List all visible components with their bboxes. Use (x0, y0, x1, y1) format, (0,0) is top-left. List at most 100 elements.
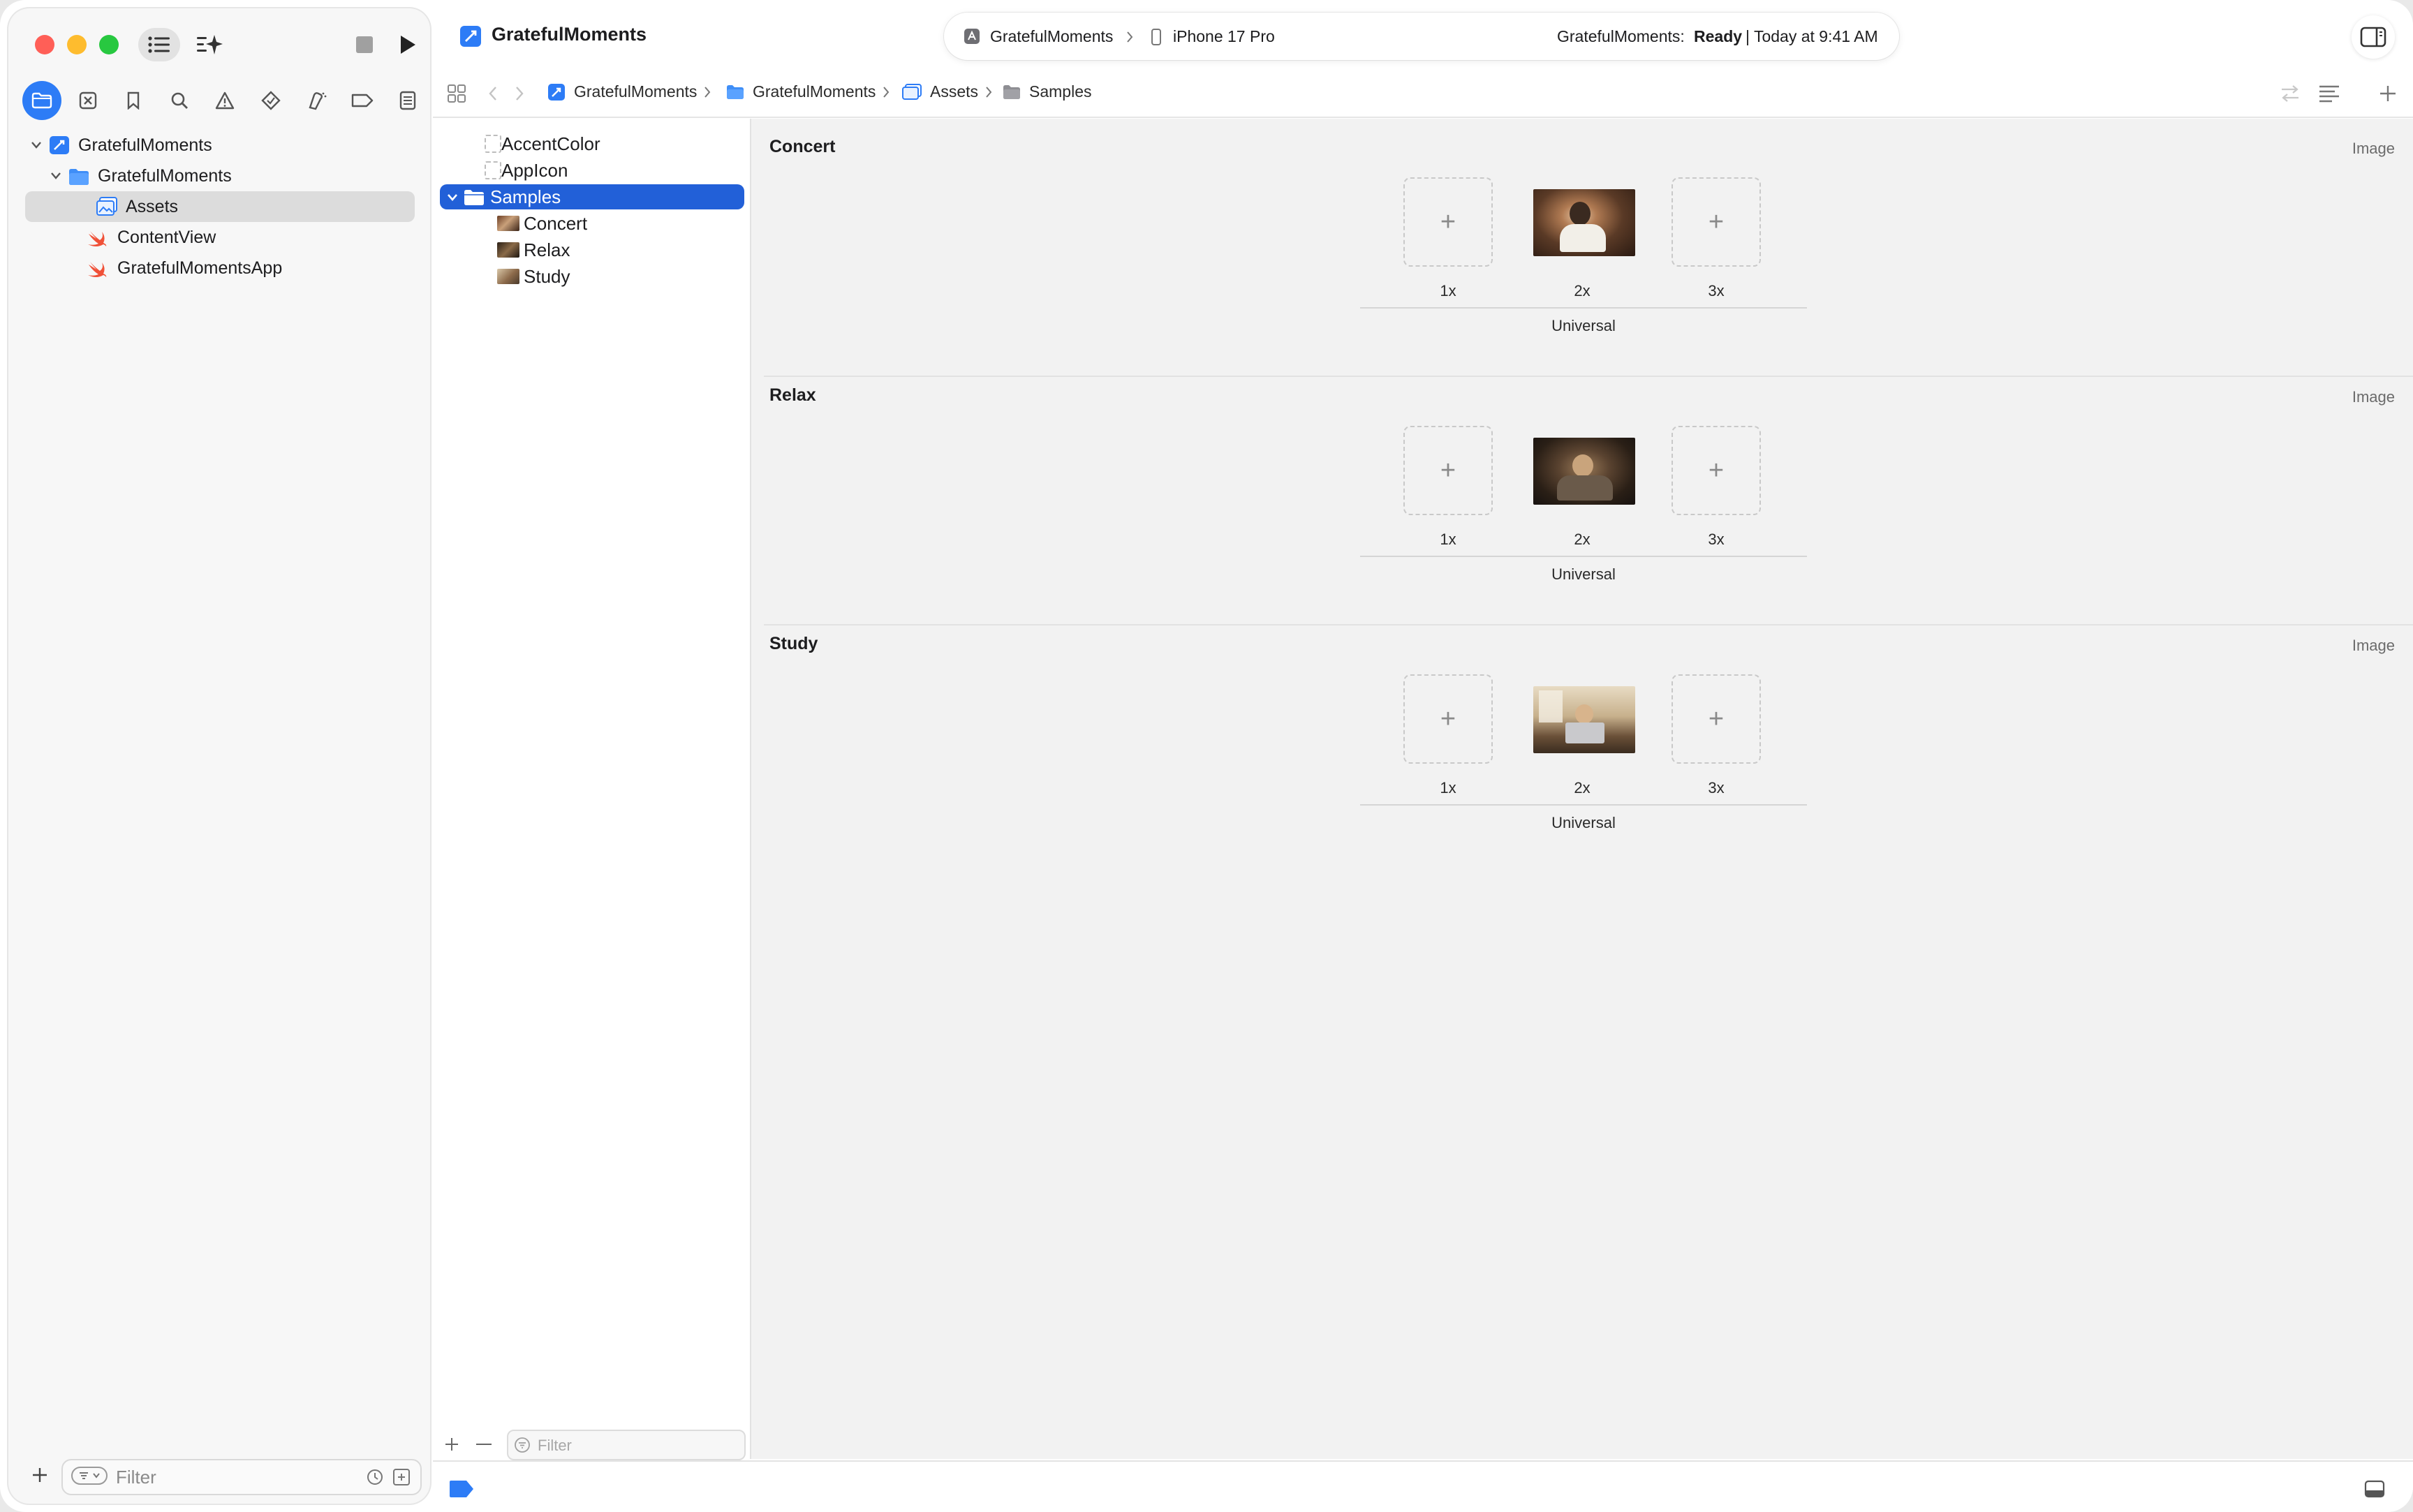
zoom-window-button[interactable] (99, 35, 119, 54)
tree-item-label: GratefulMomentsApp (117, 258, 283, 278)
jump-bar: GratefulMoments GratefulMoments Assets S… (433, 73, 2413, 113)
filter-placeholder: Filter (538, 1437, 572, 1454)
asset-editor: Concert Image + + 1x 2x 3x Universal Rel… (751, 119, 2413, 1459)
inspector-sidebar-icon (2360, 27, 2386, 47)
code-review-icon[interactable] (2279, 84, 2301, 103)
filter-options-icon[interactable] (71, 1467, 108, 1485)
search-icon (171, 92, 188, 109)
universal-divider (1360, 556, 1807, 557)
slot-3x-empty[interactable]: + (1672, 674, 1761, 764)
toggle-inspector-button[interactable] (2352, 15, 2395, 59)
asset-catalog-icon (96, 197, 117, 216)
add-icon[interactable] (31, 1466, 49, 1484)
universal-divider (1360, 804, 1807, 806)
add-image-glyph: + (1708, 455, 1725, 485)
breadcrumb-group[interactable]: GratefulMoments (726, 82, 890, 101)
toggle-debug-area-icon[interactable] (2364, 1480, 2385, 1498)
report-navigator-tab[interactable] (388, 81, 427, 120)
breakpoint-navigator-tab[interactable] (343, 81, 382, 120)
remove-icon[interactable] (475, 1437, 493, 1452)
chevron-right-icon (1127, 31, 1133, 43)
image-thumbnail[interactable] (1533, 686, 1635, 753)
image-set-relax: Relax Image + + 1x 2x 3x Universal (751, 376, 2413, 624)
breakpoint-toggle-icon[interactable] (448, 1480, 475, 1498)
related-items-grid-icon[interactable] (447, 84, 466, 103)
slot-3x-empty[interactable]: + (1672, 177, 1761, 267)
asset-item-relax[interactable]: Relax (440, 237, 744, 262)
test-diamond-icon (260, 91, 281, 110)
add-editor-icon[interactable] (2378, 84, 2398, 103)
source-control-filter-icon[interactable] (392, 1468, 411, 1486)
asset-item-label: Relax (524, 239, 570, 260)
asset-item-accentcolor[interactable]: AccentColor (440, 131, 744, 156)
navigator-sidebar: GratefulMoments GratefulMoments Assets C… (8, 8, 430, 1504)
issue-navigator-tab[interactable] (205, 81, 244, 120)
close-window-button[interactable] (35, 35, 54, 54)
chevron-right-icon (883, 86, 890, 98)
asset-item-samples[interactable]: Samples (440, 184, 744, 209)
laptop-shape (1565, 722, 1604, 743)
scheme-selector[interactable]: GratefulMoments (990, 27, 1113, 46)
back-chevron-icon[interactable] (487, 85, 499, 102)
image-set-thumbnail-icon (497, 242, 519, 258)
universal-label: Universal (1551, 814, 1616, 831)
tree-item-group[interactable]: GratefulMoments (8, 161, 430, 191)
tree-item-project[interactable]: GratefulMoments (8, 130, 430, 161)
asset-item-study[interactable]: Study (440, 264, 744, 289)
test-navigator-tab[interactable] (251, 81, 290, 120)
source-control-navigator-tab[interactable] (68, 81, 108, 120)
bookmark-icon (127, 91, 140, 110)
slot-1x-empty[interactable]: + (1403, 674, 1493, 764)
breadcrumb-label: GratefulMoments (753, 82, 876, 101)
scale-label-2x: 2x (1574, 531, 1591, 548)
find-navigator-tab[interactable] (160, 81, 199, 120)
status-time: | Today at 9:41 AM (1746, 27, 1878, 45)
run-destination-selector[interactable]: iPhone 17 Pro (1173, 27, 1275, 46)
image-thumbnail[interactable] (1533, 438, 1635, 505)
minimize-window-button[interactable] (67, 35, 87, 54)
chevron-down-icon[interactable] (29, 138, 43, 152)
sparkle-lines-icon (197, 35, 223, 54)
asset-filter-field[interactable]: Filter (507, 1430, 746, 1460)
bookmark-navigator-tab[interactable] (114, 81, 153, 120)
slot-1x-empty[interactable]: + (1403, 426, 1493, 515)
tree-item-assets[interactable]: Assets (25, 191, 415, 222)
chevron-down-icon[interactable] (49, 169, 63, 183)
breadcrumb-assets[interactable]: Assets (902, 82, 992, 101)
tree-item-label: ContentView (117, 227, 216, 247)
slot-1x-empty[interactable]: + (1403, 177, 1493, 267)
asset-item-concert[interactable]: Concert (440, 211, 744, 236)
folder-icon (464, 190, 484, 205)
asset-item-appicon[interactable]: AppIcon (440, 158, 744, 183)
tree-item-contentview[interactable]: ContentView (8, 222, 430, 253)
asset-item-label: AppIcon (501, 159, 568, 181)
image-set-thumbnail-icon (497, 269, 519, 284)
breadcrumb-samples[interactable]: Samples (1003, 82, 1091, 101)
toggle-navigator-button[interactable] (138, 28, 180, 61)
scale-label-1x: 1x (1440, 531, 1456, 548)
run-button[interactable] (394, 28, 422, 61)
recent-files-clock-icon[interactable] (366, 1468, 384, 1486)
forward-chevron-icon[interactable] (514, 85, 525, 102)
project-navigator-tab[interactable] (22, 81, 61, 120)
navigator-filter-field[interactable]: Filter (61, 1459, 422, 1495)
add-icon[interactable] (444, 1437, 459, 1452)
image-thumbnail[interactable] (1533, 189, 1635, 256)
activity-viewer: GratefulMoments iPhone 17 Pro GratefulMo… (944, 13, 1899, 60)
portrait-figure-body (1557, 475, 1613, 501)
breakpoint-icon (351, 94, 373, 108)
slot-3x-empty[interactable]: + (1672, 426, 1761, 515)
editor-options-icon[interactable] (2318, 84, 2340, 103)
coding-assistant-button[interactable] (191, 28, 228, 61)
asset-item-label: Concert (524, 212, 588, 234)
tree-item-app[interactable]: GratefulMomentsApp (8, 253, 430, 283)
filter-placeholder: Filter (116, 1467, 156, 1488)
debug-navigator-tab[interactable] (297, 81, 336, 120)
chevron-down-icon[interactable] (445, 191, 459, 205)
project-icon (50, 136, 69, 154)
add-image-glyph: + (1440, 455, 1456, 485)
asset-catalog-outline: AccentColor AppIcon Samples Concert Rela… (433, 119, 751, 1460)
breadcrumb-project[interactable]: GratefulMoments (547, 82, 711, 101)
status-state: Ready (1694, 27, 1743, 45)
stop-button[interactable] (352, 28, 377, 61)
